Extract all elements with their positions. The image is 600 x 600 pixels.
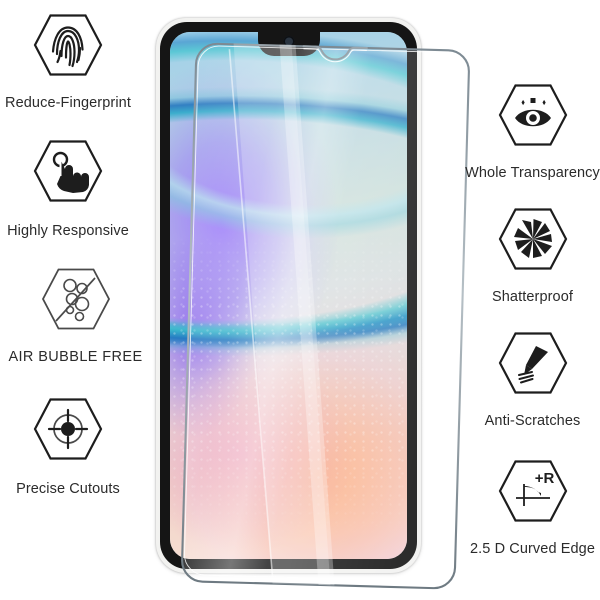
waterdrop-notch: [257, 32, 320, 56]
fingerprint-icon: [33, 14, 103, 76]
radius-edge-icon: +R: [498, 460, 568, 522]
knife-scratch-icon: [498, 332, 568, 394]
front-camera-icon: [283, 36, 294, 47]
radius-badge-text: +R: [534, 470, 554, 487]
feature-shatterproof: Shatterproof: [465, 208, 600, 305]
feature-label: Shatterproof: [492, 289, 573, 305]
feature-label: 2.5 D Curved Edge: [469, 541, 596, 557]
feature-label: Precise Cutouts: [16, 481, 120, 497]
feature-air-bubble-free: AIR BUBBLE FREE: [3, 268, 148, 365]
phone-bezel: [160, 22, 417, 569]
shattered-glass-icon: [498, 208, 568, 270]
feature-highly-responsive: Highly Responsive: [3, 140, 133, 239]
feature-label: Anti-Scratches: [484, 413, 581, 429]
feature-reduce-fingerprint: Reduce-Fingerprint: [3, 14, 133, 111]
product-feature-image: Reduce-Fingerprint Highly Responsive AIR…: [0, 0, 600, 600]
feature-label: AIR BUBBLE FREE: [8, 349, 143, 365]
phone-device: [156, 18, 421, 573]
feature-anti-scratches: Anti-Scratches: [465, 332, 600, 429]
feature-whole-transparency: Whole Transparency: [465, 84, 600, 181]
touch-hand-icon: [33, 140, 103, 202]
eye-icon: [498, 84, 568, 146]
feature-label: Whole Transparency: [465, 165, 600, 181]
feature-curved-edge: +R 2.5 D Curved Edge: [465, 460, 600, 557]
wallpaper-speckle-texture: [170, 32, 407, 559]
crosshair-icon: [33, 398, 103, 460]
feature-label: Highly Responsive: [7, 223, 129, 239]
bubbles-icon: [41, 268, 111, 330]
phone-screen: [170, 32, 407, 559]
feature-precise-cutouts: Precise Cutouts: [3, 398, 133, 497]
feature-label: Reduce-Fingerprint: [5, 95, 131, 111]
